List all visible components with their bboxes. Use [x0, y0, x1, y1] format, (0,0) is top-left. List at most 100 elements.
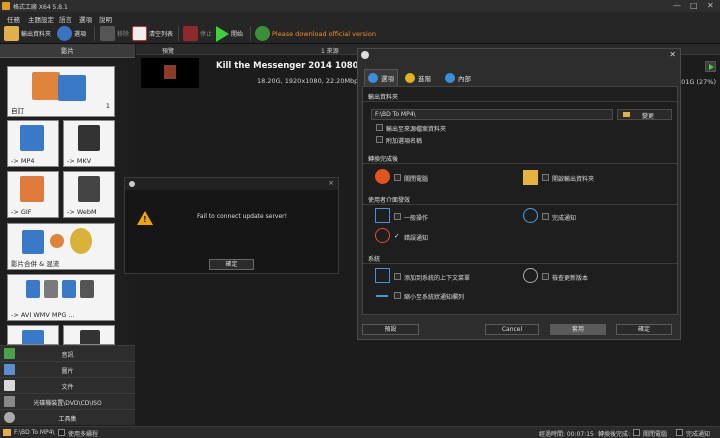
cancel-button[interactable]: Cancel — [485, 324, 539, 335]
app-icon — [361, 51, 369, 59]
complete-notify-checkbox[interactable] — [542, 213, 549, 220]
update-error-dialog: × ! Fail to connect update server! 確定 — [124, 177, 339, 274]
shutdown-label: 關閉電腦 — [404, 176, 429, 183]
stop-icon — [183, 26, 198, 41]
general-operation-checkbox[interactable] — [394, 213, 401, 220]
app-icon — [129, 181, 135, 187]
webm-file-icon — [78, 176, 100, 202]
append-name-checkbox[interactable] — [376, 136, 383, 143]
settings-close-button[interactable]: ✕ — [669, 50, 676, 59]
append-name-label: 附加選項名稱 — [386, 138, 423, 145]
notify-checkbox[interactable] — [676, 429, 683, 436]
column-source[interactable]: 1 來源 — [321, 46, 339, 55]
advanced-icon — [405, 72, 415, 83]
merge-mux-tile[interactable]: 影片合併 & 混流 — [7, 223, 115, 270]
minimize-tray-checkbox[interactable] — [394, 292, 401, 299]
sidebar-item-disc[interactable]: 光碟機裝置\DVD\CD\ISO — [0, 393, 135, 409]
plus-icon — [50, 234, 64, 248]
check-updates-checkbox[interactable] — [542, 273, 549, 280]
complete-notify-label: 完成通知 — [552, 215, 577, 222]
context-menu-checkbox[interactable] — [394, 273, 401, 280]
video-tool-tile[interactable] — [7, 325, 59, 345]
window-title: 格式工廠 X64 5.8.1 — [13, 4, 68, 11]
multithread-checkbox[interactable] — [58, 429, 65, 436]
gear-icon — [368, 73, 378, 83]
custom-tile[interactable]: 自訂 1 — [7, 66, 115, 117]
mp4-tile[interactable]: -> MP4 — [7, 120, 59, 167]
sidebar-item-image[interactable]: 圖片 — [0, 361, 135, 377]
gif-tile[interactable]: -> GIF — [7, 171, 59, 218]
error-info-icon — [375, 228, 390, 243]
options-button[interactable]: 選項 — [57, 24, 86, 43]
webm-tile[interactable]: -> WebM — [63, 171, 115, 218]
settings-dialog: ✕ 選項 進階 內部 輸出資料夾 F:\BD To MP4\ 變更 輸出至來源檔… — [357, 48, 681, 340]
mkv-tile[interactable]: -> MKV — [63, 120, 115, 167]
clear-list-button[interactable]: 清空列表 — [132, 24, 173, 43]
dialog-title-bar: × — [125, 178, 338, 190]
avi-wmv-mpg-tile[interactable]: -> AVI WMV MPG ... — [7, 274, 115, 321]
minimize-button[interactable]: — — [673, 1, 681, 10]
error-notify-checkbox[interactable]: ✓ — [394, 232, 399, 240]
tab-advanced[interactable]: 進階 — [402, 69, 434, 86]
mkv-file-icon — [78, 125, 100, 151]
stop-button[interactable]: 停止 — [183, 24, 212, 43]
play-preview-button[interactable] — [705, 61, 716, 72]
shutdown-checkbox[interactable] — [394, 174, 401, 181]
dialog-close-button[interactable]: × — [328, 179, 334, 187]
close-button[interactable]: ✕ — [707, 1, 714, 10]
video-thumbnail — [141, 58, 199, 88]
source-folder-checkbox[interactable] — [376, 124, 383, 131]
dialog-title-bar: ✕ — [358, 49, 680, 61]
apply-button[interactable]: 套用 — [550, 324, 606, 335]
output-folder-button[interactable]: 輸出資料夾 — [4, 24, 51, 43]
section-divider — [363, 204, 677, 205]
folder-icon — [523, 170, 538, 185]
error-message: Fail to connect update server! — [197, 213, 288, 220]
wmv-file-icon — [62, 280, 76, 298]
video-category-header[interactable]: 影片 — [0, 44, 135, 58]
open-output-checkbox[interactable] — [542, 174, 549, 181]
mp4-file-icon — [20, 125, 44, 151]
app-logo-icon — [2, 2, 10, 10]
check-updates-label: 檢查更新版本 — [552, 275, 589, 282]
section-divider — [363, 163, 677, 164]
error-notify-label: 錯誤通知 — [404, 235, 429, 242]
toolbar-divider — [250, 26, 251, 41]
sidebar-item-tools[interactable]: 工具集 — [0, 409, 135, 425]
play-icon — [216, 25, 229, 42]
column-preview[interactable]: 預覽 — [162, 46, 174, 55]
avi-file-icon — [26, 280, 40, 298]
remove-button[interactable]: 移除 — [100, 24, 129, 43]
sidebar-item-audio[interactable]: 音訊 — [0, 345, 135, 361]
preset-button[interactable]: 預設 — [362, 324, 419, 335]
error-ok-button[interactable]: 確定 — [209, 259, 254, 270]
toolbar-divider — [178, 26, 179, 41]
shutdown-checkbox[interactable] — [633, 429, 640, 436]
video-strip-icon — [22, 230, 44, 254]
toolbar: 輸出資料夾 選項 移除 清空列表 停止 開始 Please download o… — [0, 23, 720, 44]
context-menu-label: 添加到系統的上下文菜單 — [404, 275, 471, 282]
music-note-icon — [70, 228, 92, 254]
operation-icon — [375, 208, 390, 223]
tab-internal[interactable]: 內部 — [442, 69, 474, 86]
gif-file-icon — [20, 176, 44, 202]
minimize-icon — [376, 295, 388, 297]
change-folder-button[interactable]: 變更 — [617, 109, 672, 120]
maximize-button[interactable]: □ — [690, 1, 698, 10]
gear-icon — [445, 72, 455, 83]
clapper-icon — [58, 75, 86, 101]
custom-doc-icon — [32, 72, 60, 100]
status-output-path[interactable]: F:\BD To MP4\ — [14, 429, 55, 436]
output-path-field[interactable]: F:\BD To MP4\ — [371, 109, 613, 120]
shutdown-label: 關閉電腦 — [643, 431, 668, 438]
source-folder-label: 輸出至來源檔案資料夾 — [386, 126, 447, 133]
ok-button[interactable]: 確定 — [616, 324, 672, 335]
menu-bar: 任務 主題設定 語言 選項 說明 — [0, 12, 720, 24]
start-button[interactable]: 開始 — [216, 24, 243, 43]
sidebar-item-document[interactable]: 文件 — [0, 377, 135, 393]
tab-options[interactable]: 選項 — [364, 69, 398, 86]
download-notice-link[interactable]: Please download official version — [255, 24, 376, 43]
video-crop-tile[interactable] — [63, 325, 115, 345]
crop-icon — [80, 330, 100, 344]
elapsed-time: 經過時間: 00:07:15 — [539, 431, 594, 438]
